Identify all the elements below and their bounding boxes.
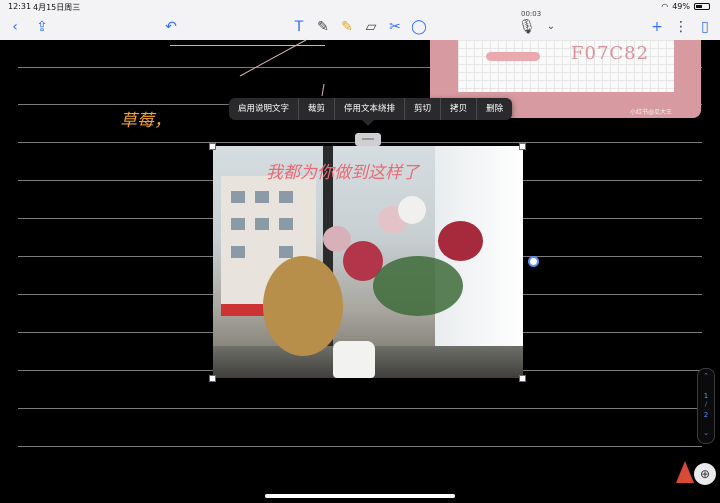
handwritten-strokes bbox=[239, 39, 325, 97]
wifi-icon: ◠ bbox=[661, 2, 669, 11]
shapes-icon[interactable]: ◯ bbox=[410, 18, 428, 36]
sticker-watermark: 小红书@瓜大王 bbox=[630, 109, 673, 116]
resize-handle-tr[interactable] bbox=[519, 143, 526, 150]
chevron-down-icon[interactable]: ⌄ bbox=[698, 429, 714, 437]
status-date: 4月15日周三 bbox=[33, 3, 81, 12]
photo-caption: 我都为你做到这样了 bbox=[266, 163, 419, 183]
menu-item-crop[interactable]: 裁剪 bbox=[299, 98, 336, 120]
menu-item-copy[interactable]: 拷贝 bbox=[441, 98, 478, 120]
menu-item-disable-wrap[interactable]: 停用文本绕排 bbox=[335, 98, 406, 120]
resize-handle-bl[interactable] bbox=[209, 375, 216, 382]
context-menu: 启用说明文字 裁剪 停用文本绕排 剪切 拷贝 删除 bbox=[229, 98, 513, 120]
back-icon[interactable]: ‹ bbox=[6, 18, 24, 36]
microphone-icon[interactable]: 🎙 bbox=[518, 18, 536, 36]
toolbar bbox=[0, 0, 720, 40]
pages-icon[interactable]: ▯ bbox=[696, 18, 714, 36]
status-right: ◠ 49% bbox=[661, 2, 710, 11]
text-tool-icon[interactable]: T bbox=[290, 18, 308, 36]
battery-percent: 49% bbox=[672, 2, 690, 11]
plus-icon[interactable]: + bbox=[648, 18, 666, 36]
recording-time: 00:03 bbox=[521, 10, 542, 18]
resize-handle-tl[interactable] bbox=[209, 143, 216, 150]
resize-handle-br[interactable] bbox=[519, 375, 526, 382]
more-icon[interactable]: ⋮ bbox=[672, 18, 690, 36]
status-time: 12:31 bbox=[8, 2, 32, 11]
lasso-icon[interactable]: ✂ bbox=[386, 18, 404, 36]
menu-item-enable-caption[interactable]: 启用说明文字 bbox=[229, 98, 300, 120]
menu-item-cut[interactable]: 剪切 bbox=[405, 98, 442, 120]
sticker-bar bbox=[486, 52, 540, 61]
eraser-icon[interactable]: ▱ bbox=[362, 18, 380, 36]
battery-icon bbox=[694, 3, 710, 10]
highlighter-icon[interactable]: ✎ bbox=[338, 18, 356, 36]
drag-handle[interactable] bbox=[355, 133, 381, 146]
page-current: 1 bbox=[703, 392, 709, 400]
chevron-up-icon[interactable]: ⌃ bbox=[698, 372, 714, 380]
rotate-handle[interactable] bbox=[528, 256, 539, 267]
page-divider: / bbox=[704, 401, 708, 408]
share-icon[interactable]: ⇪ bbox=[33, 18, 51, 36]
selected-photo[interactable]: 我都为你做到这样了 bbox=[213, 146, 523, 378]
pen-icon[interactable]: ✎ bbox=[314, 18, 332, 36]
zoom-icon[interactable]: ⊕ bbox=[694, 463, 716, 485]
chevron-down-icon[interactable]: ⌄ bbox=[542, 18, 560, 36]
sticker-code: F07C82 bbox=[571, 43, 650, 64]
menu-item-delete[interactable]: 删除 bbox=[477, 98, 512, 120]
page-total: 2 bbox=[703, 411, 709, 419]
page-navigator[interactable]: ⌃ 1 / 2 ⌄ bbox=[697, 368, 715, 444]
context-menu-arrow bbox=[362, 120, 374, 126]
app-logo-icon bbox=[676, 461, 694, 483]
home-indicator[interactable] bbox=[265, 494, 455, 498]
undo-icon[interactable]: ↶ bbox=[162, 18, 180, 36]
handwritten-text[interactable]: 草莓， bbox=[120, 106, 171, 131]
